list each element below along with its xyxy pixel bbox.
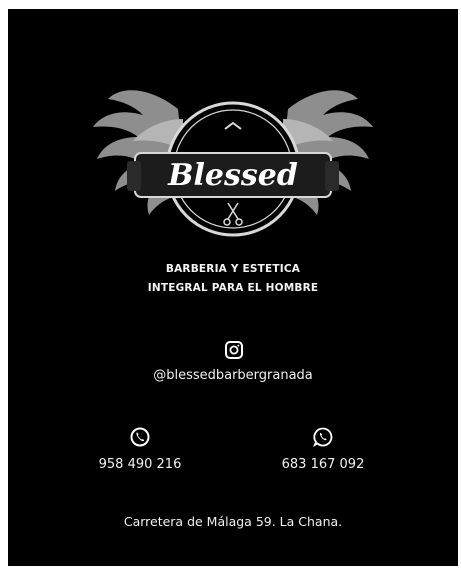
phone-icon	[130, 427, 150, 447]
whatsapp-icon	[313, 427, 333, 447]
brand-name: Blessed	[167, 158, 298, 193]
instagram-icon	[225, 341, 243, 359]
business-card: Blessed BARBERIA Y ESTETICA INTEGRAL PAR…	[8, 9, 458, 566]
tagline-line-1: BARBERIA Y ESTETICA	[165, 263, 301, 275]
blessed-logo: Blessed	[93, 90, 373, 237]
instagram-handle[interactable]: @blessedbarbergranada	[8, 368, 458, 383]
tagline-line-2: INTEGRAL PARA EL HOMBRE	[147, 282, 319, 294]
phone-number-whatsapp[interactable]: 683 167 092	[253, 457, 393, 472]
address: Carretera de Málaga 59. La Chana.	[123, 514, 343, 529]
phone-number-landline[interactable]: 958 490 216	[70, 457, 210, 472]
